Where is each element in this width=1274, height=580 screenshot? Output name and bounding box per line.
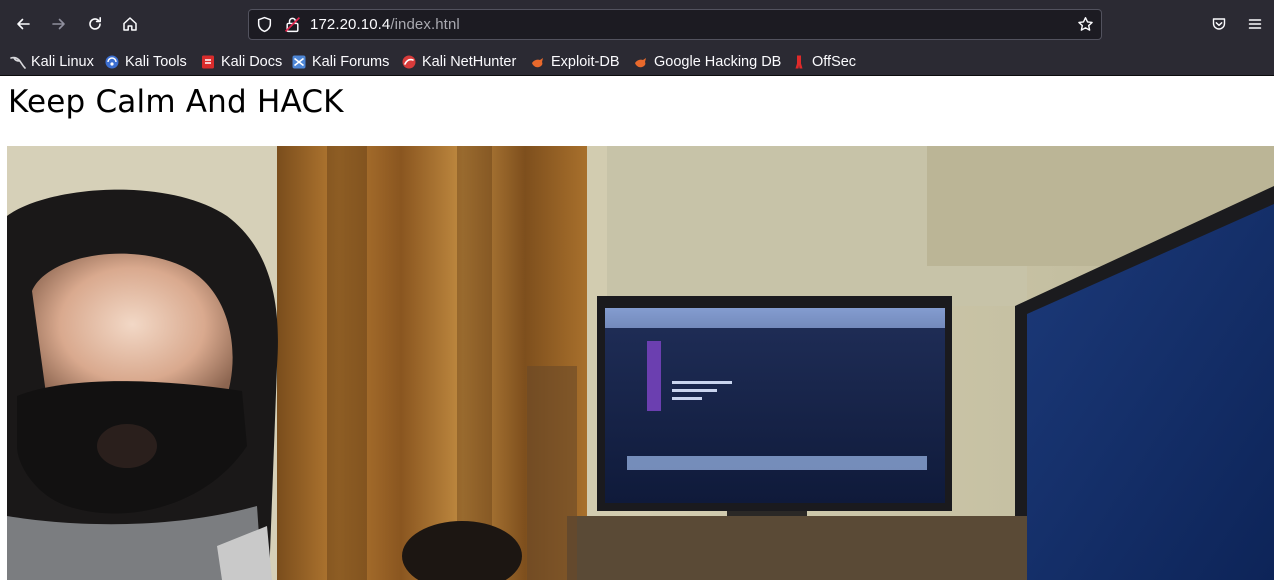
bookmark-label: OffSec [812,54,857,70]
bookmark-label: Kali Tools [125,54,187,70]
url-bar[interactable]: 172.20.10.4/index.htnl [248,9,1102,40]
bookmark-offsec[interactable]: OffSec [791,51,856,73]
bookmark-kali-linux[interactable]: Kali Linux [10,51,94,73]
kali-tools-icon [104,54,120,70]
exploit-db-icon [530,54,546,70]
bookmark-label: Kali Docs [221,54,283,70]
bookmark-kali-tools[interactable]: Kali Tools [104,51,187,73]
kali-dragon-icon [10,54,26,70]
bookmark-star-icon[interactable] [1077,16,1094,33]
pocket-button[interactable] [1205,10,1233,38]
nethunter-icon [401,54,417,70]
bookmark-kali-docs[interactable]: Kali Docs [200,51,282,73]
bookmark-label: Exploit-DB [551,54,620,70]
reload-button[interactable] [81,10,109,38]
bookmark-label: Kali Linux [31,54,94,70]
bookmark-google-hacking-db[interactable]: Google Hacking DB [633,51,781,73]
kali-docs-icon [200,54,216,70]
ghdb-icon [633,54,649,70]
arrow-right-icon [52,18,65,30]
forward-button[interactable] [45,10,73,38]
insecure-lock-icon[interactable] [284,16,301,33]
bookmark-exploit-db[interactable]: Exploit-DB [530,51,620,73]
reload-icon [89,17,101,30]
url-path: /index.htnl [390,16,460,33]
back-button[interactable] [9,10,37,38]
shield-icon[interactable] [256,16,273,33]
hamburger-menu-icon [1248,19,1262,29]
hacker-gif-image [7,146,1274,580]
arrow-left-icon [17,18,30,30]
page-title: Keep Calm And HACK [8,84,344,120]
bookmarks-toolbar: Kali Linux Kali Tools Kali Docs Kali For… [0,48,1274,76]
bookmark-label: Google Hacking DB [654,54,782,70]
kali-forums-icon [291,54,307,70]
home-icon [123,17,137,31]
offsec-icon [791,54,807,70]
bookmark-label: Kali Forums [312,54,390,70]
pocket-icon [1212,18,1226,30]
bookmark-label: Kali NetHunter [422,54,517,70]
browser-toolbar: 172.20.10.4/index.htnl [0,0,1274,48]
app-menu-button[interactable] [1241,10,1269,38]
bookmark-kali-forums[interactable]: Kali Forums [291,51,389,73]
url-text[interactable]: 172.20.10.4/index.htnl [310,16,460,33]
bookmark-kali-nethunter[interactable]: Kali NetHunter [401,51,516,73]
home-button[interactable] [116,10,144,38]
url-host: 172.20.10.4 [310,16,391,33]
